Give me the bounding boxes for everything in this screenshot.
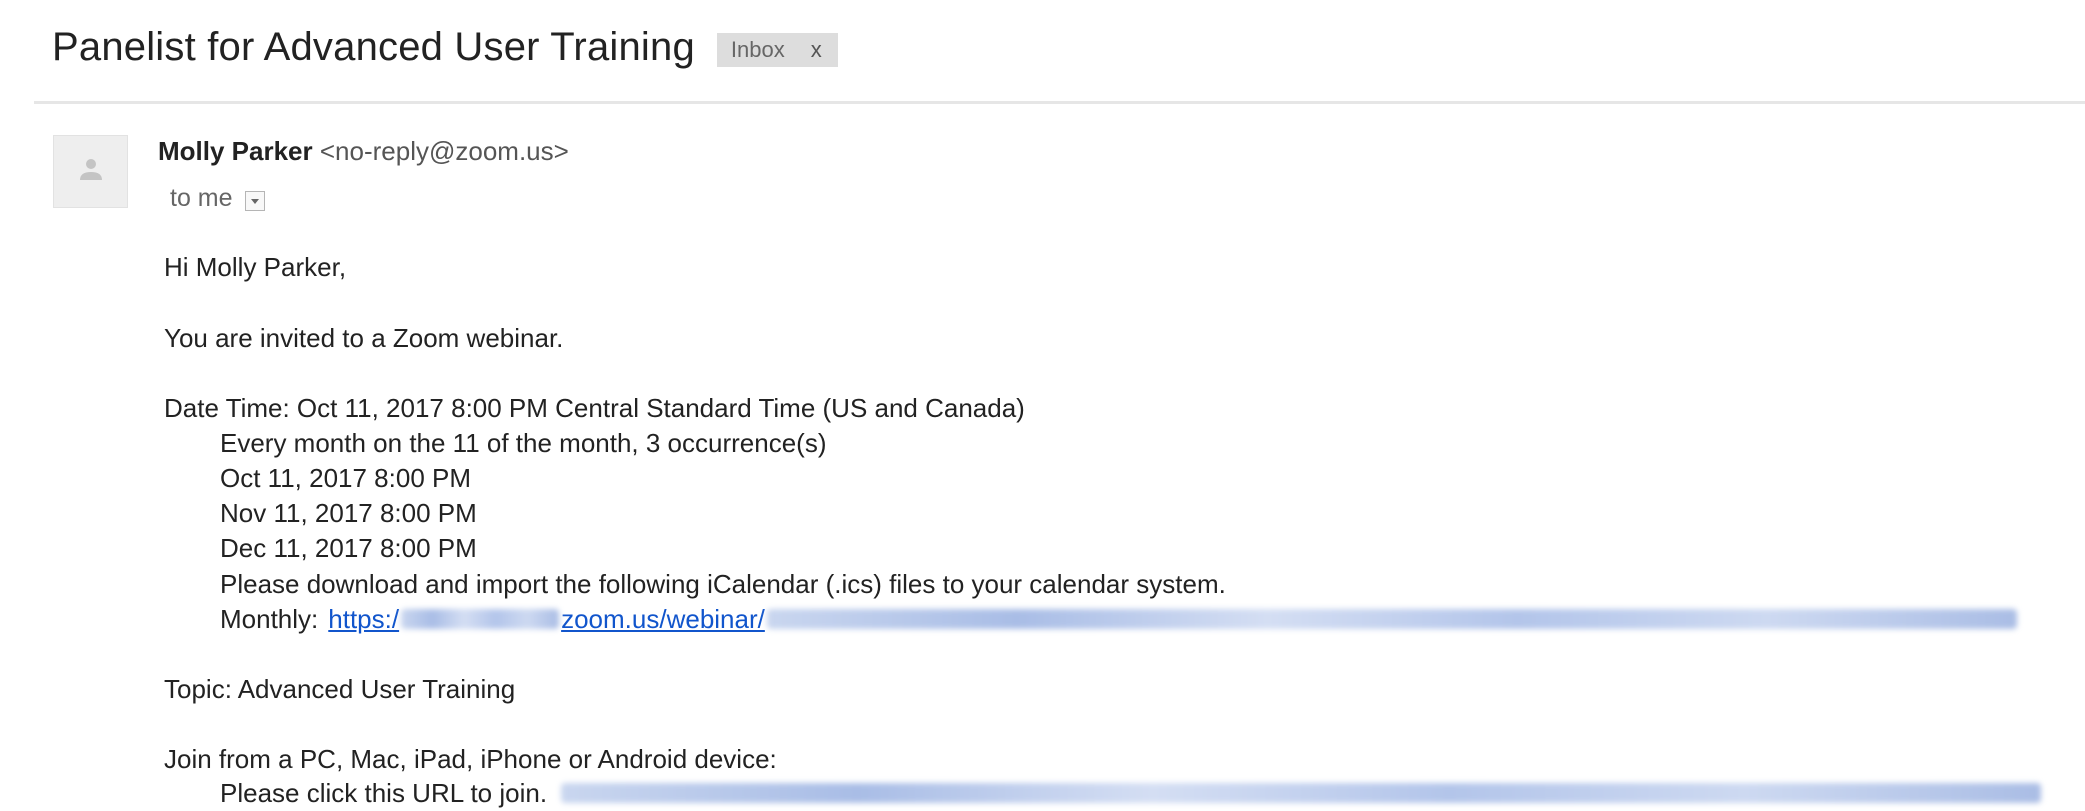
redacted-link-segment [766, 609, 2017, 629]
redacted-link-segment [401, 609, 560, 629]
default-avatar-icon [80, 159, 102, 180]
sender-name[interactable]: Molly Parker [158, 136, 313, 166]
label-chip-inbox[interactable]: Inbox x [716, 33, 838, 67]
remove-label-button[interactable]: x [811, 37, 822, 63]
recurrence-line: Every month on the 11 of the month, 3 oc… [220, 428, 827, 458]
label-chip-name: Inbox [730, 37, 785, 62]
join-url-line: Please click this URL to join. [220, 775, 2043, 811]
sender-email: <no-reply@zoom.us> [319, 136, 569, 166]
monthly-line: Monthly: https:/ zoom.us/webinar/ [220, 601, 2019, 637]
occurrence-3: Dec 11, 2017 8:00 PM [220, 533, 477, 563]
sender-line: Molly Parker <no-reply@zoom.us> [158, 136, 569, 167]
invitation-line: You are invited to a Zoom webinar. [164, 323, 564, 353]
occurrence-2: Nov 11, 2017 8:00 PM [220, 498, 477, 528]
show-details-button[interactable] [244, 190, 265, 211]
email-subject: Panelist for Advanced User Training [52, 24, 695, 69]
monthly-label: Monthly: [220, 604, 319, 634]
topic-line: Topic: Advanced User Training [164, 674, 516, 704]
recipient-label: to me [170, 184, 233, 212]
date-time-line: Date Time: Oct 11, 2017 8:00 PM Central … [164, 393, 1025, 423]
header-divider [34, 101, 2085, 104]
monthly-ics-link-mid[interactable]: zoom.us/webinar/ [561, 601, 765, 637]
recipient-line: to me [158, 184, 265, 213]
sender-avatar[interactable] [53, 135, 128, 208]
monthly-ics-link-start[interactable]: https:/ [328, 601, 399, 637]
join-instruction: Please click this URL to join. [220, 778, 548, 808]
email-subject-bar: Panelist for Advanced User Training Inbo… [52, 22, 838, 72]
occurrence-1: Oct 11, 2017 8:00 PM [220, 463, 471, 493]
join-heading-line: Join from a PC, Mac, iPad, iPhone or And… [164, 744, 777, 774]
greeting-line: Hi Molly Parker, [164, 252, 347, 282]
redacted-join-link[interactable] [561, 783, 2042, 803]
ics-note-line: Please download and import the following… [220, 569, 1226, 599]
